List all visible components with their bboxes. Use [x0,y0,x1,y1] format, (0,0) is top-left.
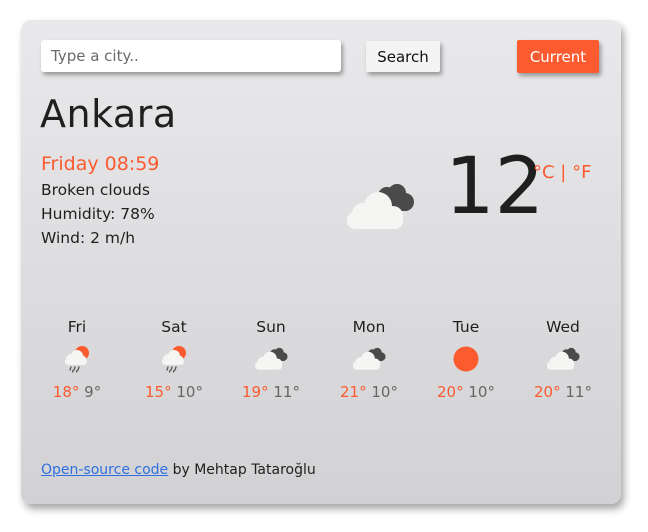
current-location-button[interactable]: Current [517,40,599,73]
rain-sun-icon [32,341,122,377]
sun-icon [421,341,511,377]
forecast-max-temp: 20° [437,383,464,401]
forecast-row: Fri 18° 9° Sat 15° 10° Sun 19° 11° Mon 21° 10° T… [21,316,621,416]
forecast-day-name: Wed [546,318,580,336]
forecast-min-temp: 10° [371,383,398,401]
celsius-link[interactable]: °C [533,162,555,183]
forecast-day-name: Fri [67,318,87,336]
source-code-link[interactable]: Open-source code [41,462,168,478]
forecast-temps: 21° 10° [324,383,414,401]
broken-clouds-icon [226,341,316,377]
unit-separator: | [554,162,573,183]
rain-sun-icon [129,341,219,377]
forecast-max-temp: 18° [52,383,80,401]
forecast-temps: 20° 10° [421,383,511,401]
forecast-day-name: Sun [256,318,286,336]
broken-clouds-icon [324,341,414,377]
current-datetime: Friday 08:59 [41,153,160,175]
wind-value: Wind: 2 m/h [41,229,136,247]
weather-description: Broken clouds [41,181,150,199]
forecast-temps: 19° 11° [226,383,316,401]
author-credit: by Mehtap Tataroğlu [168,462,316,478]
forecast-day: Fri 18° 9° [32,316,122,401]
fahrenheit-link[interactable]: °F [572,162,591,183]
forecast-max-temp: 19° [242,383,269,401]
unit-toggle: °C | °F [533,162,591,183]
current-temperature: 12 [445,142,545,232]
forecast-max-temp: 21° [340,383,367,401]
forecast-temps: 20° 11° [518,383,608,401]
forecast-day: Sat 15° 10° [129,316,219,401]
forecast-max-temp: 20° [534,383,561,401]
broken-clouds-icon [518,341,608,377]
humidity-value: Humidity: 78% [41,205,155,223]
forecast-min-temp: 11° [565,383,592,401]
forecast-day-name: Tue [452,318,480,336]
forecast-temps: 15° 10° [129,383,219,401]
forecast-temps: 18° 9° [32,383,122,401]
forecast-min-temp: 10° [176,383,203,401]
broken-clouds-icon [343,182,417,236]
weather-card: Search Current Ankara Friday 08:59 Broke… [21,20,621,504]
forecast-day-name: Sat [161,318,187,336]
forecast-day: Tue 20° 10° [421,316,511,401]
forecast-day-name: Mon [352,318,386,336]
forecast-max-temp: 15° [145,383,172,401]
forecast-day: Mon 21° 10° [324,316,414,401]
city-search-input[interactable] [41,40,341,72]
forecast-min-temp: 9° [84,383,102,401]
forecast-day: Sun 19° 11° [226,316,316,401]
forecast-min-temp: 11° [273,383,300,401]
forecast-min-temp: 10° [468,383,495,401]
search-button[interactable]: Search [366,41,440,72]
footer: Open-source code by Mehtap Tataroğlu [41,462,316,478]
city-name: Ankara [40,92,177,136]
forecast-day: Wed 20° 11° [518,316,608,401]
